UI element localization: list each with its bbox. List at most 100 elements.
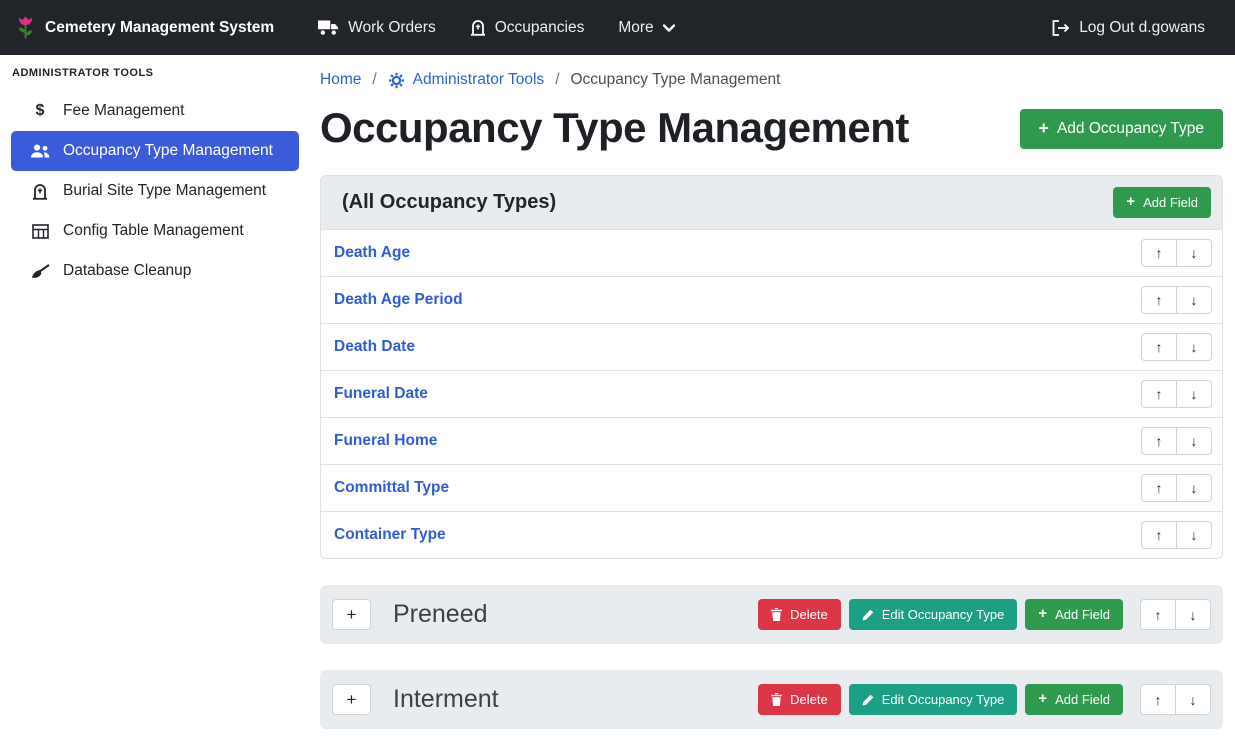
plus-icon: + xyxy=(1038,692,1047,707)
move-up-button[interactable]: ↑ xyxy=(1141,286,1177,314)
sidebar-item-config-table-management[interactable]: Config Table Management xyxy=(0,211,310,251)
nav-occupancies-label: Occupancies xyxy=(495,19,585,37)
occupancy-type-section-interment: + Interment Delete xyxy=(320,670,1223,729)
breadcrumb-home-link[interactable]: Home xyxy=(320,71,361,89)
sidebar-item-label: Database Cleanup xyxy=(63,262,191,280)
down-arrow-icon: ↓ xyxy=(1191,433,1198,449)
add-field-label: Add Field xyxy=(1143,195,1198,210)
occupancy-type-section-preneed: + Preneed Delete xyxy=(320,585,1223,644)
reorder-buttons: ↑ ↓ xyxy=(1140,684,1211,715)
field-link[interactable]: Committal Type xyxy=(334,479,449,497)
move-down-button[interactable]: ↓ xyxy=(1175,599,1211,630)
logout-button[interactable]: Log Out d.gowans xyxy=(1038,11,1219,45)
sidebar-item-occupancy-type-management[interactable]: Occupancy Type Management xyxy=(11,131,299,171)
move-down-button[interactable]: ↓ xyxy=(1176,380,1212,408)
field-row: Death Date ↑ ↓ xyxy=(321,323,1222,370)
field-link[interactable]: Death Date xyxy=(334,338,415,356)
sidebar-item-database-cleanup[interactable]: Database Cleanup xyxy=(0,251,310,291)
page-title: Occupancy Type Management xyxy=(320,105,909,151)
field-link[interactable]: Death Age xyxy=(334,244,410,262)
expand-button[interactable]: + xyxy=(332,684,371,715)
up-arrow-icon: ↑ xyxy=(1156,339,1163,355)
gear-icon xyxy=(388,72,405,89)
plus-icon: + xyxy=(347,605,357,625)
reorder-buttons: ↑ ↓ xyxy=(1141,521,1212,549)
sidebar-item-fee-management[interactable]: $ Fee Management xyxy=(0,91,310,131)
expand-button[interactable]: + xyxy=(332,599,371,630)
move-down-button[interactable]: ↓ xyxy=(1176,333,1212,361)
truck-icon xyxy=(318,19,339,36)
move-down-button[interactable]: ↓ xyxy=(1176,521,1212,549)
tulip-logo-icon xyxy=(16,15,35,41)
pencil-icon xyxy=(862,609,874,621)
table-icon xyxy=(30,224,50,239)
plus-icon: + xyxy=(1038,607,1047,622)
add-occupancy-type-label: Add Occupancy Type xyxy=(1057,120,1204,138)
up-arrow-icon: ↑ xyxy=(1156,245,1163,261)
down-arrow-icon: ↓ xyxy=(1191,386,1198,402)
field-link[interactable]: Funeral Home xyxy=(334,432,437,450)
move-down-button[interactable]: ↓ xyxy=(1175,684,1211,715)
move-up-button[interactable]: ↑ xyxy=(1141,333,1177,361)
plus-icon: + xyxy=(1126,195,1135,210)
breadcrumb-admin-tools-link[interactable]: Administrator Tools xyxy=(388,71,545,89)
breadcrumb-separator: / xyxy=(372,71,376,89)
field-row: Funeral Home ↑ ↓ xyxy=(321,417,1222,464)
field-link[interactable]: Death Age Period xyxy=(334,291,463,309)
add-occupancy-type-button[interactable]: + Add Occupancy Type xyxy=(1020,109,1223,149)
add-field-button[interactable]: + Add Field xyxy=(1025,599,1123,630)
chevron-down-icon xyxy=(663,24,675,32)
move-up-button[interactable]: ↑ xyxy=(1141,380,1177,408)
add-field-label: Add Field xyxy=(1055,607,1110,622)
admin-tools-sidebar: Administrator Tools $ Fee Management Occ… xyxy=(0,55,310,738)
type-actions: Delete Edit Occupancy Type + Add Field ↑ xyxy=(758,684,1211,715)
type-actions: Delete Edit Occupancy Type + Add Field ↑ xyxy=(758,599,1211,630)
move-up-button[interactable]: ↑ xyxy=(1140,599,1176,630)
down-arrow-icon: ↓ xyxy=(1191,339,1198,355)
move-down-button[interactable]: ↓ xyxy=(1176,427,1212,455)
nav-work-orders[interactable]: Work Orders xyxy=(304,11,450,45)
all-occupancy-types-card: (All Occupancy Types) + Add Field Death … xyxy=(320,175,1223,559)
reorder-buttons: ↑ ↓ xyxy=(1141,239,1212,267)
top-navbar: Cemetery Management System Work Orders xyxy=(0,0,1235,55)
breadcrumb-separator: / xyxy=(555,71,559,89)
field-link[interactable]: Container Type xyxy=(334,526,446,544)
delete-button[interactable]: Delete xyxy=(758,599,841,630)
move-up-button[interactable]: ↑ xyxy=(1141,427,1177,455)
edit-occupancy-type-button[interactable]: Edit Occupancy Type xyxy=(849,599,1018,630)
move-up-button[interactable]: ↑ xyxy=(1141,239,1177,267)
move-down-button[interactable]: ↓ xyxy=(1176,474,1212,502)
up-arrow-icon: ↑ xyxy=(1156,433,1163,449)
move-down-button[interactable]: ↓ xyxy=(1176,286,1212,314)
down-arrow-icon: ↓ xyxy=(1191,480,1198,496)
sidebar-item-burial-site-type-management[interactable]: Burial Site Type Management xyxy=(0,171,310,211)
nav-more-label: More xyxy=(618,19,653,37)
up-arrow-icon: ↑ xyxy=(1156,480,1163,496)
up-arrow-icon: ↑ xyxy=(1156,386,1163,402)
move-up-button[interactable]: ↑ xyxy=(1141,521,1177,549)
sidebar-item-label: Fee Management xyxy=(63,102,185,120)
app-brand[interactable]: Cemetery Management System xyxy=(16,15,274,41)
field-link[interactable]: Funeral Date xyxy=(334,385,428,403)
nav-work-orders-label: Work Orders xyxy=(348,19,436,37)
up-arrow-icon: ↑ xyxy=(1155,692,1162,708)
edit-occupancy-type-button[interactable]: Edit Occupancy Type xyxy=(849,684,1018,715)
move-up-button[interactable]: ↑ xyxy=(1141,474,1177,502)
trash-icon xyxy=(771,608,782,621)
down-arrow-icon: ↓ xyxy=(1191,292,1198,308)
delete-button[interactable]: Delete xyxy=(758,684,841,715)
breadcrumb-current: Occupancy Type Management xyxy=(571,71,781,89)
nav-occupancies[interactable]: Occupancies xyxy=(456,11,599,45)
nav-more[interactable]: More xyxy=(604,11,688,45)
reorder-buttons: ↑ ↓ xyxy=(1141,333,1212,361)
add-field-button[interactable]: + Add Field xyxy=(1025,684,1123,715)
occupancy-type-name: Interment xyxy=(393,685,499,714)
move-down-button[interactable]: ↓ xyxy=(1176,239,1212,267)
users-icon xyxy=(30,144,50,158)
headstone-icon xyxy=(30,183,50,200)
logout-label: Log Out d.gowans xyxy=(1079,19,1205,37)
main-nav: Work Orders Occupancies More xyxy=(304,11,689,45)
add-field-button[interactable]: + Add Field xyxy=(1113,187,1211,218)
move-up-button[interactable]: ↑ xyxy=(1140,684,1176,715)
logout-icon xyxy=(1052,20,1070,36)
